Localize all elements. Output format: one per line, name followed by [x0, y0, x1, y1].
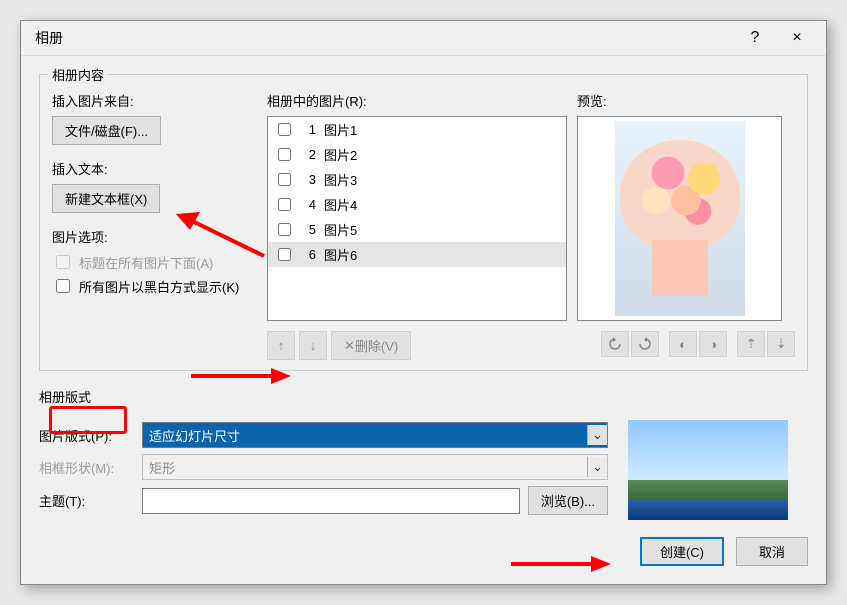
all-bw-input[interactable]	[56, 279, 70, 293]
list-item-checkbox[interactable]	[278, 248, 291, 261]
preview-pane	[577, 116, 782, 321]
album-content-legend: 相册内容	[48, 65, 108, 84]
picture-layout-label: 图片版式(P):	[39, 426, 134, 445]
picture-listbox[interactable]: 1 图片1 2 图片2 3 图片3 4 图片4 5 图片5 6 图片6	[267, 116, 567, 321]
list-item-name: 图片2	[324, 145, 357, 164]
list-item[interactable]: 1 图片1	[268, 117, 566, 142]
brightness-down-button[interactable]: ◑	[699, 331, 727, 357]
brightness-up-button[interactable]: ◐	[669, 331, 697, 357]
insert-column: 插入图片来自: 文件/磁盘(F)... 插入文本: 新建文本框(X) 图片选项:…	[52, 89, 267, 360]
list-item-index: 6	[302, 247, 316, 262]
list-item-name: 图片5	[324, 220, 357, 239]
list-item[interactable]: 3 图片3	[268, 167, 566, 192]
list-item-index: 1	[302, 122, 316, 137]
list-item-checkbox[interactable]	[278, 173, 291, 186]
list-item-name: 图片1	[324, 120, 357, 139]
theme-input[interactable]	[142, 488, 520, 514]
rotate-left-button[interactable]	[601, 331, 629, 357]
close-button[interactable]: ×	[776, 23, 818, 53]
new-textbox-button[interactable]: 新建文本框(X)	[52, 184, 160, 213]
caption-below-checkbox: 标题在所有图片下面(A)	[52, 252, 267, 272]
delete-button[interactable]: ✕ 删除(V)	[331, 331, 411, 360]
list-item[interactable]: 6 图片6	[268, 242, 566, 267]
move-up-button[interactable]: ↑	[267, 331, 295, 360]
picture-list-column: 相册中的图片(R): 1 图片1 2 图片2 3 图片3 4 图片4 5 图片5 6 图片6 ↑ ↓ …	[267, 89, 577, 360]
chevron-down-icon: ⌄	[587, 425, 607, 445]
album-layout-legend: 相册版式	[39, 387, 808, 406]
all-bw-checkbox[interactable]: 所有图片以黑白方式显示(K)	[52, 276, 267, 296]
list-item-index: 2	[302, 147, 316, 162]
browse-button[interactable]: 浏览(B)...	[528, 486, 608, 515]
insert-from-label: 插入图片来自:	[52, 91, 267, 110]
dialog-body: 相册内容 插入图片来自: 文件/磁盘(F)... 插入文本: 新建文本框(X) …	[21, 56, 826, 537]
list-item-checkbox[interactable]	[278, 223, 291, 236]
cancel-button[interactable]: 取消	[736, 537, 808, 566]
create-button[interactable]: 创建(C)	[640, 537, 724, 566]
caption-below-input	[56, 255, 70, 269]
list-item-name: 图片3	[324, 170, 357, 189]
picture-options-label: 图片选项:	[52, 227, 267, 246]
list-item-name: 图片6	[324, 245, 357, 264]
contrast-up-button[interactable]: ⇡	[737, 331, 765, 357]
dialog-footer: 创建(C) 取消	[21, 537, 826, 584]
list-item-index: 5	[302, 222, 316, 237]
layout-thumbnail	[628, 420, 788, 520]
list-item-checkbox[interactable]	[278, 148, 291, 161]
picture-layout-select[interactable]: 适应幻灯片尺寸 ⌄	[142, 422, 608, 448]
preview-column: 预览: ◐ ◑ ⇡ ⇣	[577, 89, 795, 360]
file-disk-button[interactable]: 文件/磁盘(F)...	[52, 116, 161, 145]
move-down-button[interactable]: ↓	[299, 331, 327, 360]
preview-label: 预览:	[577, 91, 795, 110]
list-item-index: 3	[302, 172, 316, 187]
photo-album-dialog: 相册 ? × 相册内容 插入图片来自: 文件/磁盘(F)... 插入文本: 新建…	[20, 20, 827, 585]
frame-shape-select: 矩形 ⌄	[142, 454, 608, 480]
picture-layout-row: 图片版式(P): 适应幻灯片尺寸 ⌄	[39, 422, 608, 448]
preview-image	[615, 121, 745, 316]
list-item[interactable]: 5 图片5	[268, 217, 566, 242]
pictures-in-album-label: 相册中的图片(R):	[267, 91, 577, 110]
list-item-name: 图片4	[324, 195, 357, 214]
frame-shape-row: 相框形状(M): 矩形 ⌄	[39, 454, 608, 480]
list-toolbar: ↑ ↓ ✕ 删除(V)	[267, 331, 577, 360]
theme-label: 主题(T):	[39, 491, 134, 510]
list-item-checkbox[interactable]	[278, 123, 291, 136]
image-adjust-toolbar: ◐ ◑ ⇡ ⇣	[577, 331, 795, 357]
list-item[interactable]: 4 图片4	[268, 192, 566, 217]
help-button[interactable]: ?	[734, 23, 776, 53]
list-item-checkbox[interactable]	[278, 198, 291, 211]
rotate-right-button[interactable]	[631, 331, 659, 357]
list-item[interactable]: 2 图片2	[268, 142, 566, 167]
frame-shape-label: 相框形状(M):	[39, 458, 134, 477]
list-item-index: 4	[302, 197, 316, 212]
chevron-down-icon: ⌄	[587, 457, 607, 477]
insert-text-label: 插入文本:	[52, 159, 267, 178]
album-content-fieldset: 相册内容 插入图片来自: 文件/磁盘(F)... 插入文本: 新建文本框(X) …	[39, 74, 808, 371]
theme-row: 主题(T): 浏览(B)...	[39, 486, 608, 515]
dialog-title: 相册	[35, 28, 734, 48]
titlebar: 相册 ? ×	[21, 21, 826, 56]
album-layout-block: 相册版式 图片版式(P): 适应幻灯片尺寸 ⌄ 相框形状(M): 矩形	[39, 379, 808, 521]
contrast-down-button[interactable]: ⇣	[767, 331, 795, 357]
